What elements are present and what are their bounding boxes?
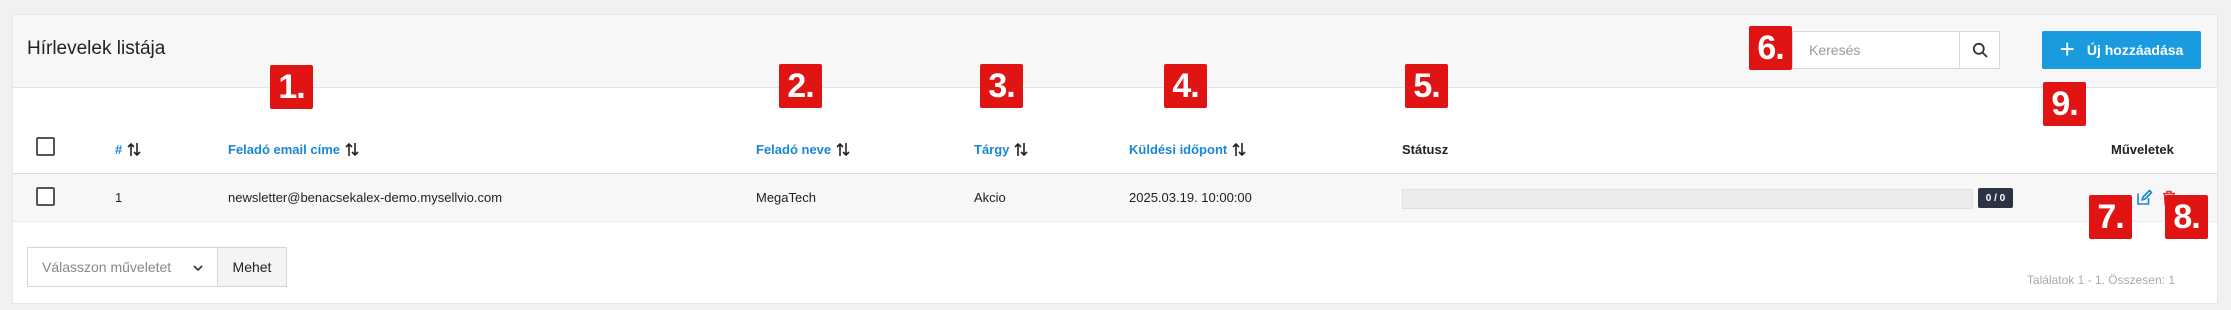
search-icon: [1972, 42, 1987, 58]
status-progress-bar: [1402, 189, 1973, 209]
annotation-marker-1: 1.: [270, 65, 313, 109]
column-header-sender-email[interactable]: Feladó email címe: [228, 142, 359, 157]
table-header: # Feladó email címe Feladó neve Tárgy Kü…: [13, 88, 2217, 174]
edit-button[interactable]: [2133, 187, 2155, 209]
cell-send-time: 2025.03.19. 10:00:00: [1129, 190, 1252, 205]
annotation-marker-3: 3.: [980, 64, 1023, 108]
sort-icon: [345, 142, 359, 157]
annotation-marker-8: 8.: [2165, 195, 2208, 239]
annotation-marker-7: 7.: [2089, 195, 2132, 239]
add-new-button[interactable]: + Új hozzáadása: [2042, 31, 2201, 69]
annotation-marker-9: 9.: [2043, 82, 2086, 126]
column-header-sender-name-label: Feladó neve: [756, 142, 832, 157]
column-header-actions-label: Műveletek: [2111, 142, 2174, 157]
column-header-actions: Műveletek: [2111, 142, 2174, 157]
cell-subject: Akcio: [974, 190, 1006, 205]
column-header-status-label: Státusz: [1402, 142, 1449, 157]
search-input[interactable]: [1793, 32, 1961, 68]
sort-icon: [127, 142, 141, 157]
status-counter-badge: 0 / 0: [1978, 188, 2013, 208]
search-button[interactable]: [1959, 32, 1999, 68]
column-header-send-time[interactable]: Küldési időpont: [1129, 142, 1246, 157]
cell-sender-email: newsletter@benacsekalex-demo.mysellvio.c…: [228, 190, 503, 205]
sort-icon: [836, 142, 850, 157]
go-button[interactable]: Mehet: [217, 247, 287, 287]
bulk-action-placeholder: Válasszon műveletet: [42, 259, 172, 275]
bulk-action-select[interactable]: Válasszon műveletet: [27, 247, 219, 287]
cell-sender-name: MegaTech: [756, 190, 816, 205]
column-header-sender-name[interactable]: Feladó neve: [756, 142, 850, 157]
annotation-marker-4: 4.: [1164, 64, 1207, 108]
edit-icon: [2137, 189, 2153, 205]
card-header: Hírlevelek listája + Új hozzáadása: [13, 15, 2217, 88]
chevron-down-icon: [193, 265, 203, 272]
column-header-send-time-label: Küldési időpont: [1129, 142, 1228, 157]
cell-id: 1: [115, 190, 123, 205]
select-all-checkbox[interactable]: [36, 137, 55, 156]
column-header-sender-email-label: Feladó email címe: [228, 142, 340, 157]
column-header-status: Státusz: [1402, 142, 1448, 157]
column-header-id-label: #: [115, 142, 123, 157]
newsletter-list-card: Hírlevelek listája + Új hozzáadása # Fel…: [12, 14, 2218, 304]
column-header-id[interactable]: #: [115, 142, 141, 157]
table-row: 1 newsletter@benacsekalex-demo.mysellvio…: [13, 174, 2217, 222]
plus-icon: +: [2059, 34, 2075, 64]
column-header-subject[interactable]: Tárgy: [974, 142, 1028, 157]
annotation-marker-5: 5.: [1405, 64, 1448, 108]
search-box: [1792, 31, 2000, 69]
sort-icon: [1014, 142, 1028, 157]
column-header-subject-label: Tárgy: [974, 142, 1010, 157]
annotation-marker-6: 6.: [1749, 26, 1792, 70]
sort-icon: [1232, 142, 1246, 157]
add-new-label: Új hozzáadása: [2086, 42, 2184, 58]
annotation-marker-2: 2.: [779, 64, 822, 108]
results-summary: Találatok 1 - 1. Összesen: 1: [2026, 273, 2175, 287]
page-title: Hírlevelek listája: [27, 38, 166, 59]
row-checkbox[interactable]: [36, 187, 55, 206]
